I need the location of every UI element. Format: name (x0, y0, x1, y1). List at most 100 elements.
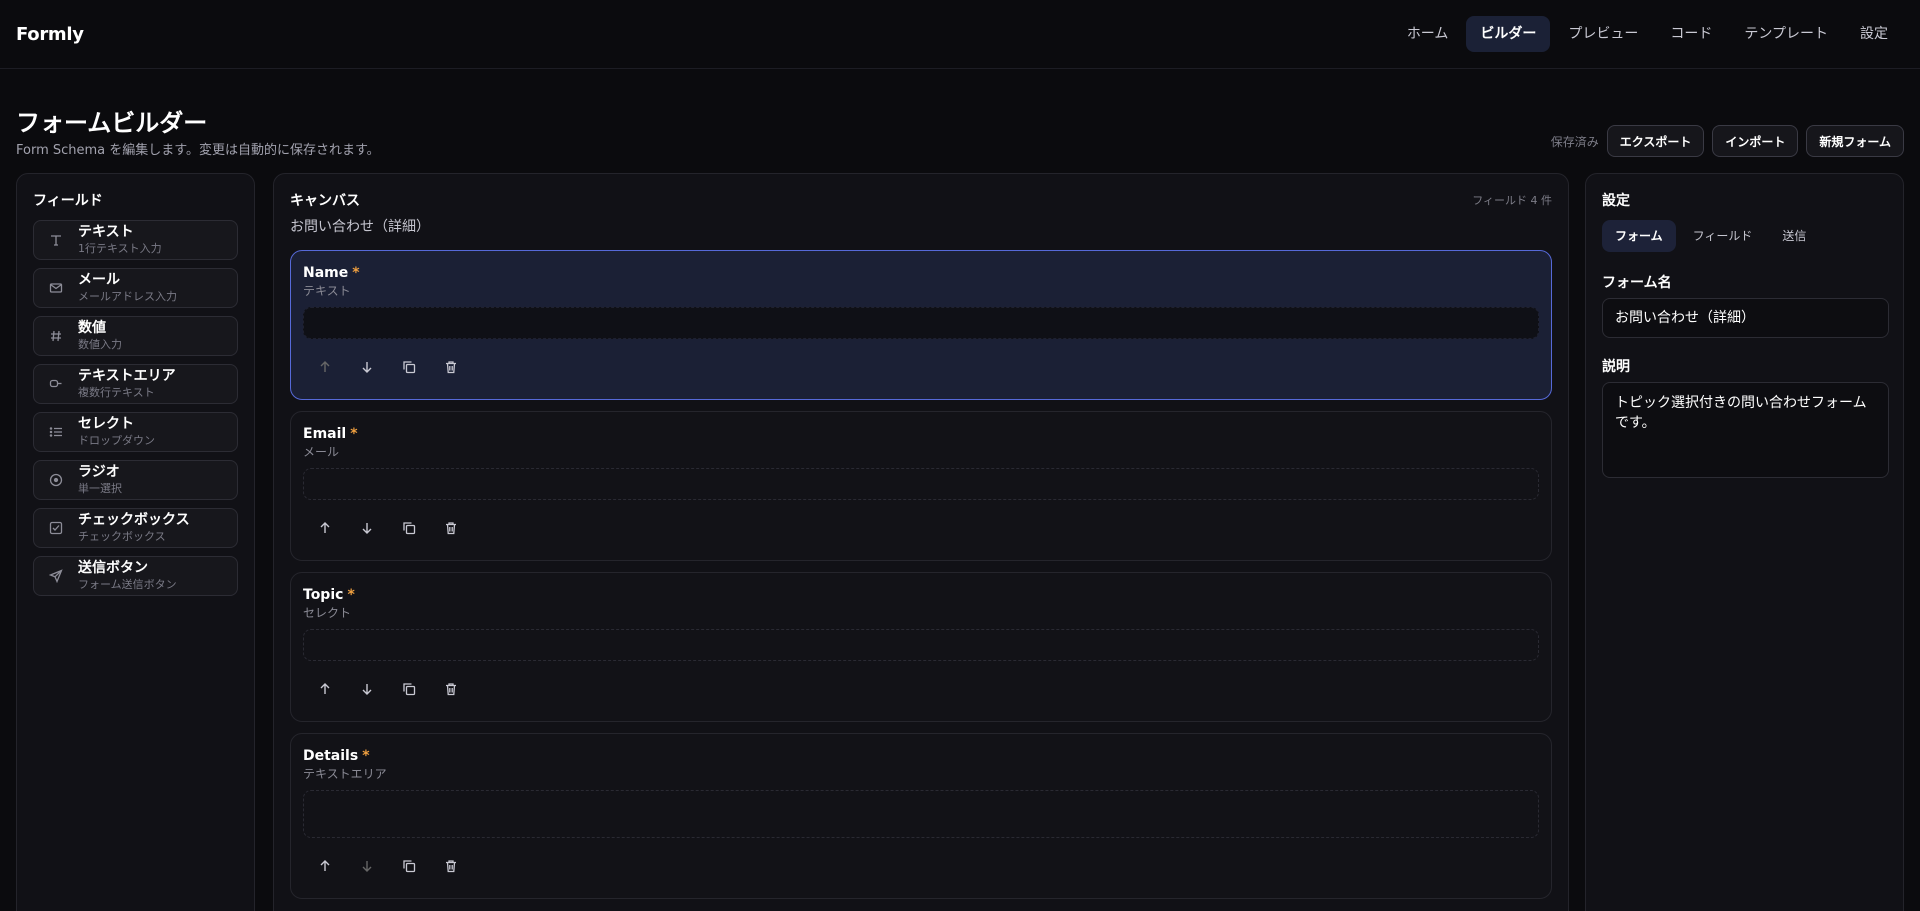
palette-item-label: ラジオ (78, 464, 120, 480)
new-form-button[interactable]: 新規フォーム (1806, 125, 1904, 157)
palette-item-sub: 単一選択 (78, 482, 122, 495)
field-actions (303, 854, 1539, 878)
mail-icon (46, 281, 66, 295)
nav-item-home[interactable]: ホーム (1393, 16, 1463, 52)
move-down-icon[interactable] (351, 516, 383, 540)
required-mark: * (352, 265, 360, 281)
tab-field[interactable]: フィールド (1680, 220, 1766, 252)
import-button[interactable]: インポート (1712, 125, 1799, 157)
paragraph-icon (46, 377, 66, 391)
duplicate-icon[interactable] (393, 355, 425, 379)
field-type: メール (303, 445, 340, 459)
field-label: Details * (303, 748, 370, 764)
nav-item-preview[interactable]: プレビュー (1554, 16, 1652, 52)
nav-item-templates[interactable]: テンプレート (1730, 16, 1842, 52)
field-preview (303, 629, 1539, 661)
field-preview (303, 790, 1539, 838)
settings-tabs: フォーム フィールド 送信 (1602, 220, 1887, 252)
duplicate-icon[interactable] (393, 516, 425, 540)
palette-item-label: テキストエリア (78, 368, 176, 384)
nav-item-code[interactable]: コード (1656, 16, 1726, 52)
palette-item-number[interactable]: 数値 数値入力 (33, 316, 238, 356)
palette-item-label: テキスト (78, 224, 134, 240)
field-type: テキスト (303, 284, 351, 298)
list-icon (46, 425, 66, 439)
delete-icon[interactable] (435, 355, 467, 379)
palette-item-sub: チェックボックス (78, 530, 166, 543)
field-count: フィールド 4 件 (1472, 194, 1552, 207)
move-down-icon[interactable] (351, 355, 383, 379)
palette-item-textarea[interactable]: テキストエリア 複数行テキスト (33, 364, 238, 404)
palette-item-label: メール (78, 272, 120, 288)
field-type: セレクト (303, 606, 352, 620)
page-subtitle: Form Schema を編集します。変更は自動的に保存されます。 (16, 143, 380, 158)
field-preview (303, 468, 1539, 500)
main-nav: ホーム ビルダー プレビュー コード テンプレート 設定 (1393, 16, 1902, 52)
field-card-email[interactable]: Email * メール (290, 411, 1552, 561)
palette-item-sub: フォーム送信ボタン (78, 578, 177, 591)
canvas-title: キャンバス (290, 193, 360, 209)
move-up-icon[interactable] (309, 516, 341, 540)
palette-item-select[interactable]: セレクト ドロップダウン (33, 412, 238, 452)
saved-status: 保存済み (1550, 134, 1599, 149)
palette-item-label: チェックボックス (78, 512, 190, 528)
field-label: Email * (303, 426, 358, 442)
palette-item-submit[interactable]: 送信ボタン フォーム送信ボタン (33, 556, 238, 596)
field-palette: フィールド テキスト 1行テキスト入力 メール メールアドレス入力 数値 数値入… (16, 173, 255, 911)
field-type: テキストエリア (303, 767, 387, 781)
palette-item-sub: 数値入力 (78, 338, 122, 351)
description-textarea[interactable]: トピック選択付きの問い合わせフォームです。 (1602, 382, 1889, 478)
palette-item-checkbox[interactable]: チェックボックス チェックボックス (33, 508, 238, 548)
move-up-icon[interactable] (309, 355, 341, 379)
palette-item-label: 送信ボタン (78, 560, 148, 576)
palette-item-sub: 1行テキスト入力 (78, 242, 162, 255)
field-label: Topic * (303, 587, 355, 603)
brand-logo[interactable]: Formly (16, 24, 84, 45)
page-title: フォームビルダー (16, 109, 208, 137)
send-icon (46, 569, 66, 583)
canvas-panel: キャンバス フィールド 4 件 お問い合わせ（詳細） Name * テキスト Em… (273, 173, 1569, 911)
palette-item-label: 数値 (78, 320, 106, 336)
settings-panel: 設定 フォーム フィールド 送信 フォーム名 お問い合わせ（詳細） 説明 トピッ… (1585, 173, 1904, 911)
field-card-details[interactable]: Details * テキストエリア (290, 733, 1552, 899)
field-actions (303, 677, 1539, 701)
radio-icon (46, 473, 66, 487)
required-mark: * (362, 748, 370, 764)
text-icon (46, 233, 66, 247)
palette-item-sub: ドロップダウン (78, 434, 155, 447)
move-down-icon[interactable] (351, 854, 383, 878)
nav-item-settings[interactable]: 設定 (1846, 16, 1902, 52)
canvas-form-name: お問い合わせ（詳細） (290, 219, 430, 235)
description-label: 説明 (1602, 359, 1630, 375)
palette-item-label: セレクト (78, 416, 134, 432)
move-down-icon[interactable] (351, 677, 383, 701)
required-mark: * (350, 426, 358, 442)
delete-icon[interactable] (435, 854, 467, 878)
field-actions (303, 516, 1539, 540)
delete-icon[interactable] (435, 677, 467, 701)
palette-item-sub: メールアドレス入力 (78, 290, 177, 303)
top-bar: Formly ホーム ビルダー プレビュー コード テンプレート 設定 (0, 0, 1920, 69)
delete-icon[interactable] (435, 516, 467, 540)
field-label: Name * (303, 265, 360, 281)
nav-item-builder[interactable]: ビルダー (1466, 16, 1551, 52)
palette-item-text[interactable]: テキスト 1行テキスト入力 (33, 220, 238, 260)
field-preview (303, 307, 1539, 339)
palette-item-sub: 複数行テキスト (78, 386, 155, 399)
tab-form[interactable]: フォーム (1602, 220, 1676, 252)
form-name-input[interactable]: お問い合わせ（詳細） (1602, 298, 1889, 338)
export-button[interactable]: エクスポート (1606, 125, 1705, 157)
field-card-name[interactable]: Name * テキスト (290, 250, 1552, 400)
settings-title: 設定 (1602, 193, 1630, 209)
palette-title: フィールド (33, 193, 103, 209)
duplicate-icon[interactable] (393, 854, 425, 878)
field-card-topic[interactable]: Topic * セレクト (290, 572, 1552, 722)
palette-item-email[interactable]: メール メールアドレス入力 (33, 268, 238, 308)
palette-item-radio[interactable]: ラジオ 単一選択 (33, 460, 238, 500)
duplicate-icon[interactable] (393, 677, 425, 701)
move-up-icon[interactable] (309, 854, 341, 878)
checkbox-icon (46, 521, 66, 535)
tab-submit[interactable]: 送信 (1769, 220, 1819, 252)
field-actions (303, 355, 1539, 379)
move-up-icon[interactable] (309, 677, 341, 701)
